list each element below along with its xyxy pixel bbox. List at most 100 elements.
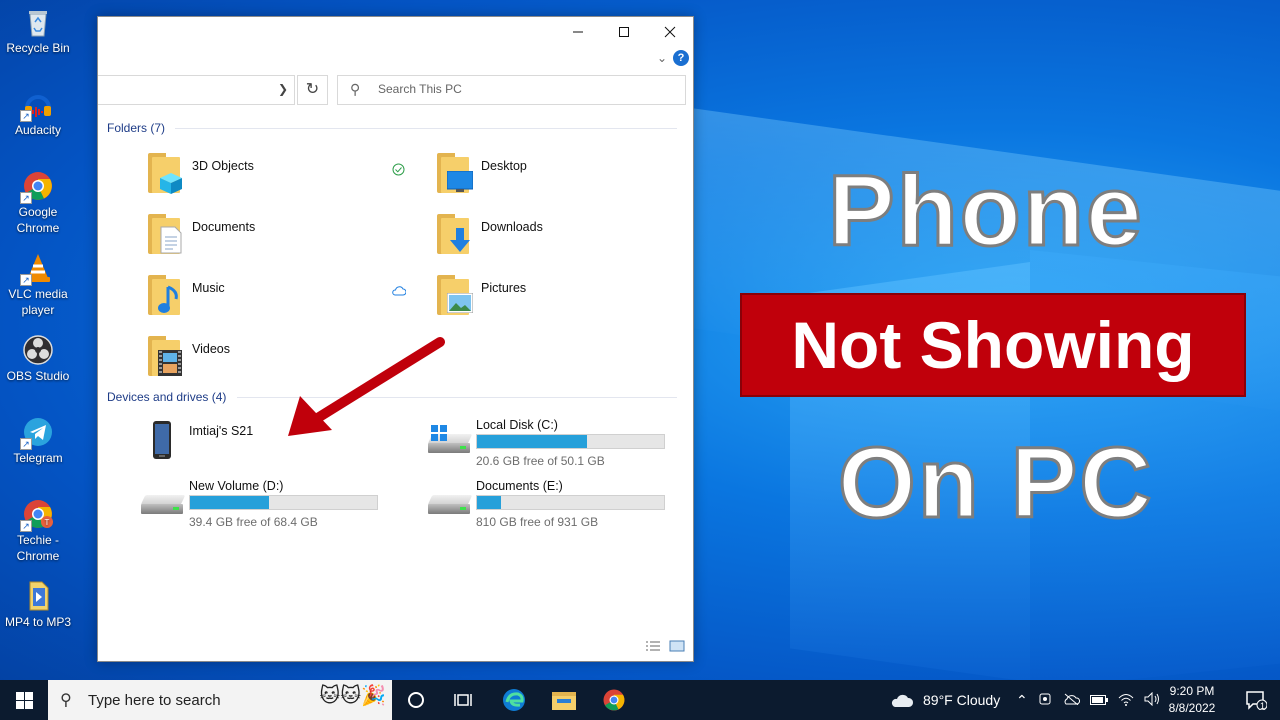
large-icons-view-icon[interactable]	[669, 640, 685, 655]
file-explorer-icon	[552, 692, 576, 710]
recycle-bin-icon	[22, 6, 54, 38]
drive-item-e[interactable]: Documents (E:) 810 GB free of 931 GB	[427, 475, 690, 529]
hard-drive-icon	[427, 495, 473, 519]
folder-item-music[interactable]: Music	[146, 273, 416, 325]
drive-item-d[interactable]: New Volume (D:) 39.4 GB free of 68.4 GB	[140, 475, 403, 529]
notification-count-badge: 1	[1260, 701, 1266, 711]
desktop-icon-recycle-bin[interactable]: Recycle Bin	[0, 6, 76, 56]
desktop-icon-vlc[interactable]: ↗ VLC media player	[0, 252, 76, 318]
shortcut-arrow-icon: ↗	[20, 520, 32, 532]
device-item-phone[interactable]: Imtiaj's S21	[143, 416, 403, 468]
expand-ribbon-icon[interactable]: ⌄	[657, 51, 667, 65]
edge-icon	[503, 689, 525, 711]
drive-usage-fill	[477, 435, 588, 448]
close-icon	[664, 26, 676, 38]
cloud-icon	[891, 694, 914, 707]
telegram-icon: ↗	[20, 416, 54, 450]
show-hidden-icons-chevron-icon[interactable]: ⌃	[1016, 692, 1028, 709]
maximize-icon	[619, 27, 629, 37]
windows-drive-icon	[427, 425, 473, 458]
battery-icon[interactable]	[1089, 692, 1108, 708]
view-toggle	[645, 640, 685, 655]
folder-item-videos[interactable]: Videos	[146, 334, 416, 386]
desktop-icon-audacity[interactable]: ↗ Audacity	[0, 88, 76, 138]
search-input[interactable]	[378, 82, 668, 96]
minimize-button[interactable]	[555, 17, 601, 47]
drive-usage-fill	[190, 496, 270, 509]
task-view-button[interactable]	[440, 680, 488, 720]
videos-folder-icon	[146, 336, 184, 376]
wifi-icon[interactable]	[1118, 692, 1134, 709]
synced-check-icon	[392, 163, 405, 179]
drive-usage-bar	[476, 495, 665, 510]
svg-text:T: T	[45, 518, 50, 527]
refresh-icon: ↻	[305, 81, 320, 98]
chrome-icon	[603, 689, 625, 711]
folder-item-desktop[interactable]: Desktop	[435, 151, 685, 203]
divider	[175, 128, 677, 129]
chevron-down-icon[interactable]: ❯	[278, 82, 288, 96]
action-center-button[interactable]: 1	[1234, 680, 1278, 720]
meet-now-icon[interactable]	[1038, 692, 1052, 709]
drive-usage-fill	[477, 496, 502, 509]
desktop-icon-telegram[interactable]: ↗ Telegram	[0, 416, 76, 466]
shortcut-arrow-icon: ↗	[20, 274, 32, 286]
headline-phone: Phone	[827, 155, 1144, 268]
file-explorer-window: ⌄ ? ❯ ↻ ⚲ Folders (7) 3D Objects Desktop	[97, 16, 694, 662]
onedrive-offline-icon[interactable]	[1062, 692, 1080, 708]
desktop-icon-google-chrome[interactable]: ↗ Google Chrome	[0, 170, 76, 236]
folder-item-3d-objects[interactable]: 3D Objects	[146, 151, 416, 203]
refresh-button[interactable]: ↻	[297, 75, 328, 105]
shortcut-arrow-icon: ↗	[20, 110, 32, 122]
volume-icon[interactable]	[1144, 691, 1160, 709]
desktop-icon-techie-chrome[interactable]: T ↗ Techie - Chrome	[0, 498, 76, 564]
drive-usage-bar	[189, 495, 378, 510]
desktop-icon-mp4-to-mp3[interactable]: MP4 to MP3	[0, 580, 76, 630]
maximize-button[interactable]	[601, 17, 647, 47]
close-button[interactable]	[647, 17, 693, 47]
taskbar-file-explorer-button[interactable]	[540, 680, 588, 720]
taskbar-chrome-button[interactable]	[590, 680, 638, 720]
search-highlight-cats-icon: 🐱🐱🎉	[319, 685, 386, 707]
phone-icon	[153, 421, 171, 459]
drive-item-c[interactable]: Local Disk (C:) 20.6 GB free of 50.1 GB	[427, 414, 690, 468]
task-view-cortana-button[interactable]	[392, 680, 440, 720]
chrome-profile-icon: T ↗	[20, 498, 54, 532]
search-icon: ⚲	[350, 81, 361, 97]
obs-icon	[22, 334, 54, 366]
taskbar-clock[interactable]: 9:20 PM 8/8/2022	[1160, 683, 1224, 717]
address-bar[interactable]: ❯	[98, 75, 295, 105]
title-bar[interactable]	[98, 17, 693, 49]
taskbar-search-box[interactable]: ⚲ Type here to search 🐱🐱🎉	[48, 680, 392, 720]
shortcut-arrow-icon: ↗	[20, 438, 32, 450]
taskbar: ⚲ Type here to search 🐱🐱🎉 89°F Cloudy ⌃	[0, 680, 1280, 720]
weather-widget[interactable]: 89°F Cloudy	[890, 680, 1000, 720]
cloud-status-icon	[392, 285, 407, 299]
details-view-icon[interactable]	[645, 640, 661, 655]
devices-group-header[interactable]: Devices and drives (4)	[107, 390, 677, 404]
shortcut-arrow-icon: ↗	[20, 192, 32, 204]
minimize-icon	[573, 31, 583, 33]
circle-icon	[408, 692, 424, 708]
desktop-icon-obs[interactable]: OBS Studio	[0, 334, 76, 384]
3d-objects-folder-icon	[146, 153, 184, 194]
windows-logo-icon	[15, 691, 33, 709]
drive-usage-bar	[476, 434, 665, 449]
start-button[interactable]	[0, 680, 48, 720]
folder-item-downloads[interactable]: Downloads	[435, 212, 685, 264]
folders-group-header[interactable]: Folders (7)	[107, 121, 677, 135]
headline-not-showing-banner: Not Showing	[740, 293, 1246, 397]
search-box[interactable]: ⚲	[337, 75, 686, 105]
taskbar-edge-button[interactable]	[490, 680, 538, 720]
downloads-folder-icon	[435, 214, 473, 254]
help-icon[interactable]: ?	[673, 50, 689, 66]
ribbon-row: ⌄ ?	[98, 49, 693, 69]
music-folder-icon	[146, 275, 184, 315]
pictures-folder-icon	[435, 275, 473, 315]
file-icon	[22, 580, 54, 612]
desktop-folder-icon	[435, 153, 473, 193]
divider	[237, 397, 677, 398]
search-icon: ⚲	[60, 692, 72, 709]
folder-item-pictures[interactable]: Pictures	[435, 273, 685, 325]
folder-item-documents[interactable]: Documents	[146, 212, 416, 264]
